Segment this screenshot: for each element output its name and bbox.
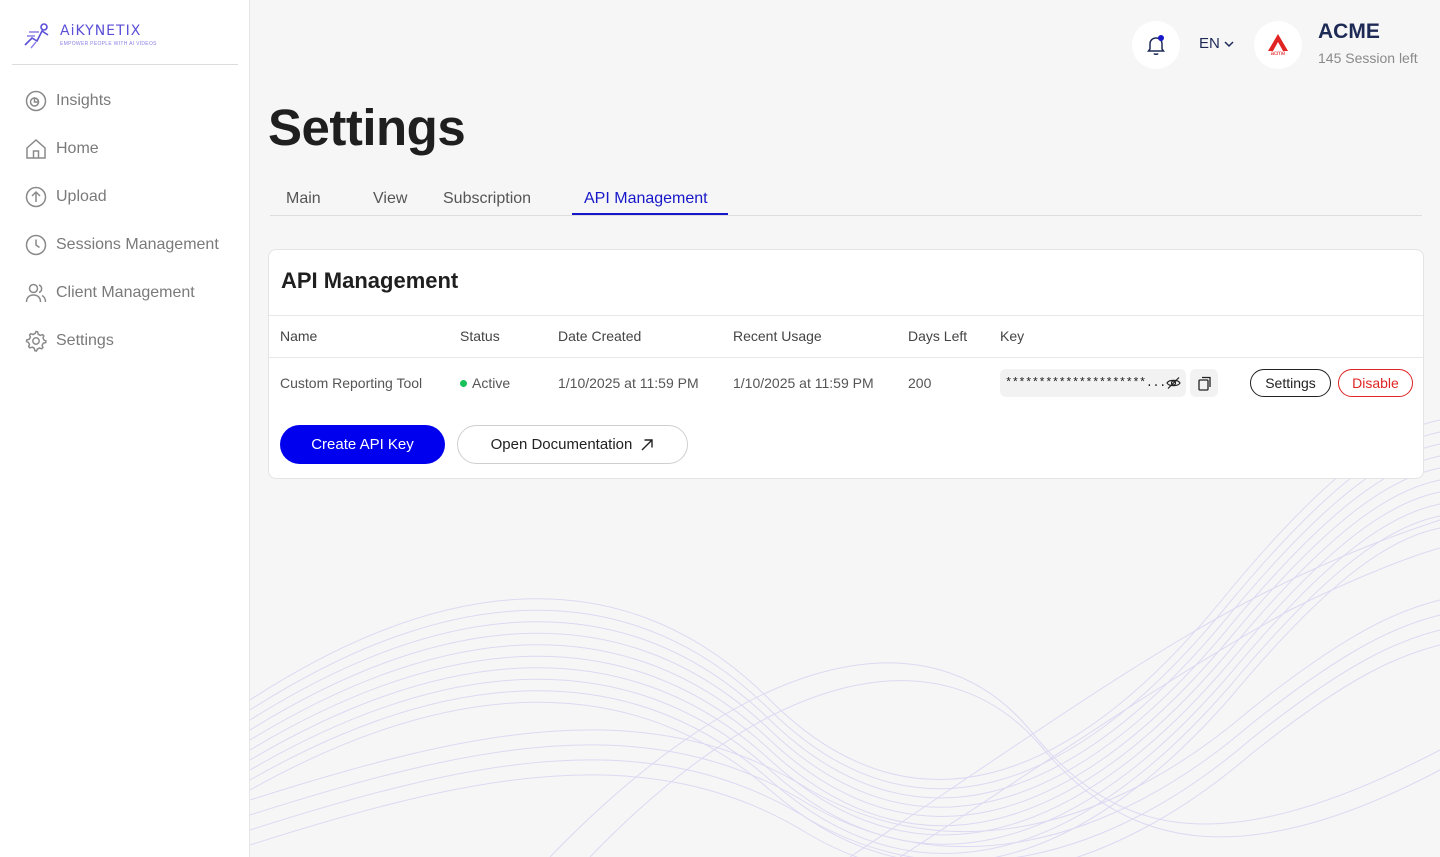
company-logo-icon bbox=[1268, 33, 1288, 51]
column-header-recent-usage: Recent Usage bbox=[733, 328, 822, 344]
chevron-down-icon bbox=[1224, 40, 1234, 47]
brand-name: AiKYNETIX bbox=[60, 23, 142, 39]
sidebar-divider bbox=[12, 64, 238, 65]
column-header-date-created: Date Created bbox=[558, 328, 642, 344]
api-key-name: Custom Reporting Tool bbox=[280, 375, 423, 391]
disable-key-button[interactable]: Disable bbox=[1338, 369, 1413, 397]
sidebar-nav: Insights Home Upload Sessions Management… bbox=[24, 86, 219, 374]
bell-icon bbox=[1147, 35, 1165, 55]
column-header-status: Status bbox=[460, 328, 500, 344]
tab-subscription[interactable]: Subscription bbox=[443, 190, 531, 208]
language-label: EN bbox=[1199, 35, 1220, 52]
create-api-key-button[interactable]: Create API Key bbox=[280, 425, 445, 464]
page-title: Settings bbox=[268, 99, 466, 156]
key-settings-button[interactable]: Settings bbox=[1250, 369, 1331, 397]
date-created: 1/10/2025 at 11:59 PM bbox=[558, 375, 699, 391]
sidebar-item-insights[interactable]: Insights bbox=[24, 86, 219, 116]
gear-icon bbox=[25, 330, 47, 352]
open-documentation-button[interactable]: Open Documentation bbox=[457, 425, 688, 464]
copy-key-button[interactable] bbox=[1190, 369, 1218, 397]
sidebar-item-settings[interactable]: Settings bbox=[24, 326, 219, 356]
status-badge: Active bbox=[460, 375, 510, 391]
sessions-left: 145 Session left bbox=[1318, 50, 1418, 66]
status-dot-icon bbox=[460, 379, 467, 387]
column-header-key: Key bbox=[1000, 328, 1025, 344]
sidebar-item-label: Upload bbox=[56, 188, 107, 205]
sidebar-item-sessions[interactable]: Sessions Management bbox=[24, 230, 219, 260]
sidebar-item-clients[interactable]: Client Management bbox=[24, 278, 219, 308]
sidebar-item-label: Client Management bbox=[56, 284, 195, 301]
settings-tabs: Main View Subscription API Management bbox=[270, 184, 1422, 216]
api-key-field[interactable]: *********************... bbox=[1000, 369, 1186, 397]
company-logo-text: acme bbox=[1270, 50, 1286, 57]
insights-icon bbox=[25, 90, 47, 112]
card-title: API Management bbox=[281, 268, 459, 293]
notification-button[interactable] bbox=[1132, 21, 1180, 69]
eye-off-icon[interactable] bbox=[1166, 376, 1181, 390]
sidebar: AiKYNETIX EMPOWER PEOPLE WITH AI VIDEOS … bbox=[0, 0, 250, 857]
users-icon bbox=[25, 283, 47, 303]
brand-mark-icon bbox=[24, 23, 49, 49]
brand-tagline: EMPOWER PEOPLE WITH AI VIDEOS bbox=[60, 41, 157, 47]
card-divider bbox=[269, 315, 1423, 316]
language-selector[interactable]: EN bbox=[1199, 35, 1235, 52]
column-header-name: Name bbox=[280, 328, 318, 344]
home-icon bbox=[26, 138, 46, 159]
sidebar-item-label: Home bbox=[56, 140, 99, 157]
sidebar-item-label: Sessions Management bbox=[56, 236, 219, 253]
column-header-days-left: Days Left bbox=[908, 328, 968, 344]
status-label: Active bbox=[472, 375, 511, 391]
table-header-divider bbox=[269, 357, 1423, 358]
sidebar-item-label: Settings bbox=[56, 332, 114, 349]
recent-usage: 1/10/2025 at 11:59 PM bbox=[733, 375, 874, 391]
sidebar-item-upload[interactable]: Upload bbox=[24, 182, 219, 212]
external-link-icon bbox=[641, 438, 654, 450]
open-documentation-label: Open Documentation bbox=[490, 436, 633, 453]
brand-logo[interactable]: AiKYNETIX EMPOWER PEOPLE WITH AI VIDEOS bbox=[22, 22, 157, 52]
tab-view[interactable]: View bbox=[373, 190, 407, 208]
copy-icon bbox=[1197, 376, 1211, 391]
days-left: 200 bbox=[908, 375, 932, 391]
clock-icon bbox=[25, 234, 47, 256]
sidebar-item-home[interactable]: Home bbox=[24, 134, 219, 164]
active-tab-indicator bbox=[572, 213, 728, 215]
company-name: ACME bbox=[1318, 20, 1380, 43]
tab-api-management[interactable]: API Management bbox=[584, 190, 708, 208]
company-avatar[interactable]: acme bbox=[1254, 21, 1302, 69]
tab-main[interactable]: Main bbox=[286, 190, 321, 208]
api-management-card: API Management Name Status Date Created … bbox=[268, 249, 1424, 479]
api-key-value: *********************... bbox=[1005, 376, 1166, 390]
upload-icon bbox=[25, 186, 47, 208]
sidebar-item-label: Insights bbox=[56, 92, 112, 109]
